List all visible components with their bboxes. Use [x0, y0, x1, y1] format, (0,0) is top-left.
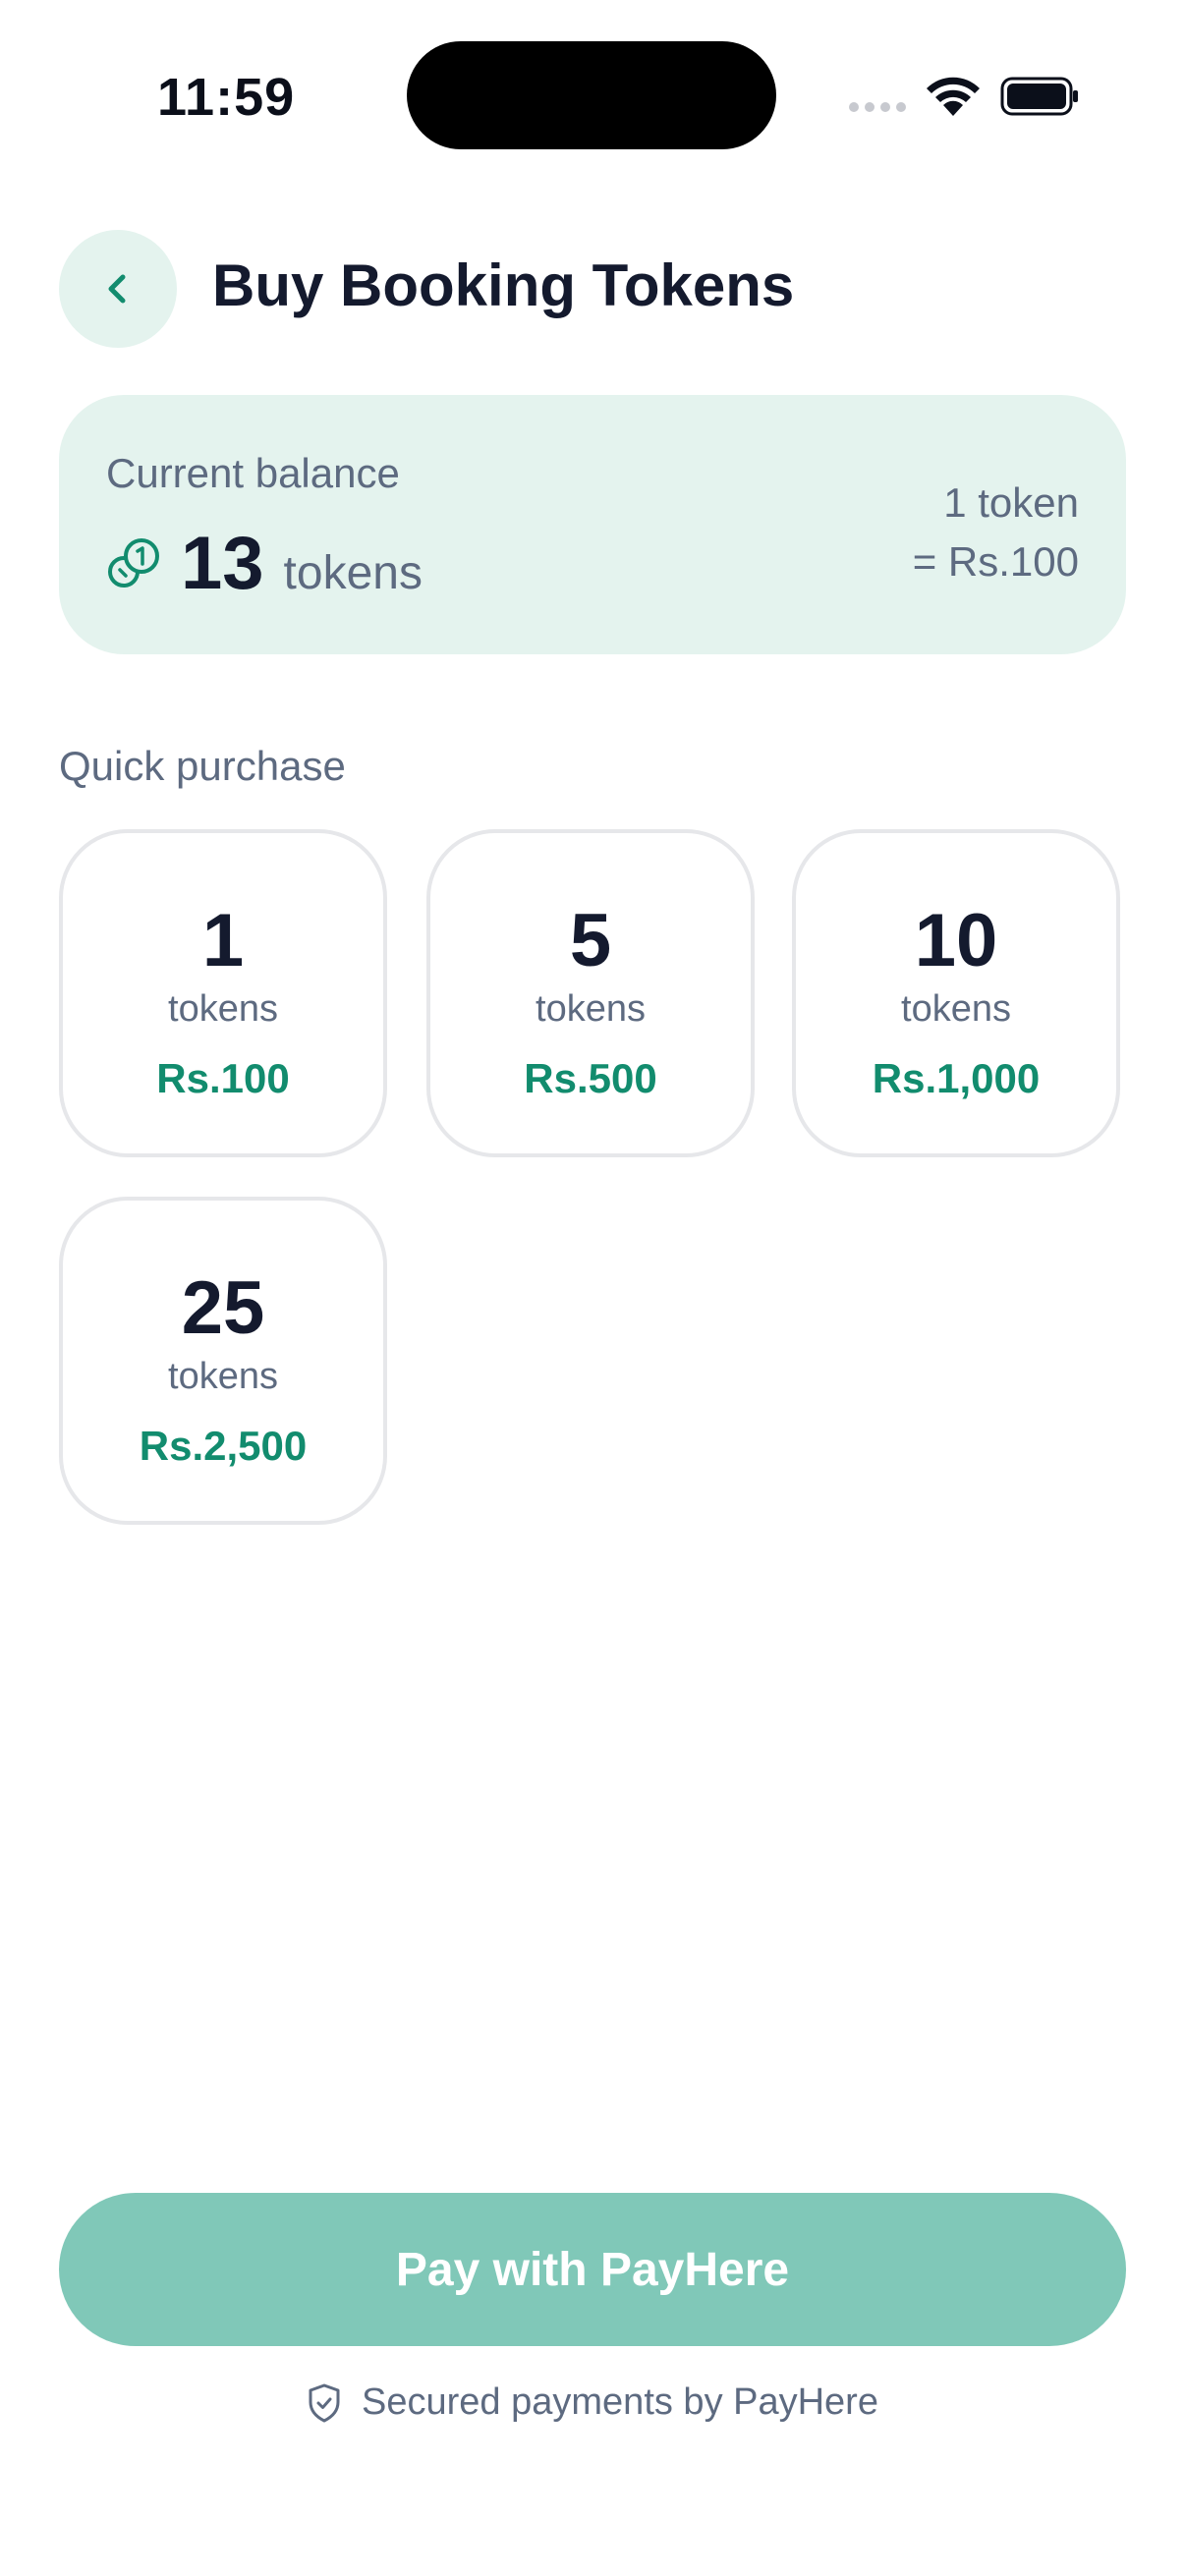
- package-price: Rs.500: [524, 1055, 657, 1101]
- balance-label: Current balance: [106, 450, 400, 496]
- package-price: Rs.2,500: [139, 1423, 308, 1469]
- package-unit: tokens: [168, 988, 278, 1030]
- token-rate: 1 token = Rs.100: [913, 474, 1079, 591]
- package-card-10[interactable]: 10 tokens Rs.1,000: [792, 829, 1120, 1157]
- balance-card: Current balance 13 tokens 1 token = Rs.1…: [59, 395, 1126, 654]
- secure-payment-text: Secured payments by PayHere: [362, 2381, 878, 2423]
- package-price: Rs.100: [156, 1055, 290, 1101]
- shield-check-icon: [309, 2383, 340, 2422]
- balance-row: 13 tokens: [106, 521, 423, 606]
- package-unit: tokens: [168, 1356, 278, 1397]
- cellular-signal-icon: [849, 102, 906, 112]
- package-card-1[interactable]: 1 tokens Rs.100: [59, 829, 387, 1157]
- package-count: 25: [181, 1266, 265, 1350]
- back-button[interactable]: [59, 230, 177, 348]
- token-rate-line1: 1 token: [943, 479, 1079, 526]
- dynamic-island: [407, 41, 776, 149]
- package-count: 10: [914, 899, 998, 982]
- page-title: Buy Booking Tokens: [212, 252, 795, 318]
- package-card-5[interactable]: 5 tokens Rs.500: [426, 829, 755, 1157]
- pay-with-payhere-button[interactable]: Pay with PayHere: [59, 2193, 1126, 2346]
- package-count: 5: [569, 899, 612, 982]
- coins-icon: [108, 537, 159, 588]
- package-count: 1: [201, 899, 245, 982]
- status-time: 11:59: [157, 68, 296, 127]
- chevron-left-icon: [108, 274, 126, 304]
- secure-payment-note: Secured payments by PayHere: [0, 2381, 1185, 2424]
- package-unit: tokens: [536, 988, 646, 1030]
- balance-value: 13: [181, 522, 264, 605]
- wifi-icon: [927, 77, 980, 116]
- quick-purchase-label: Quick purchase: [59, 743, 346, 789]
- battery-icon: [1000, 77, 1078, 116]
- balance-unit: tokens: [283, 547, 423, 599]
- token-rate-line2: = Rs.100: [912, 538, 1079, 585]
- package-unit: tokens: [901, 988, 1011, 1030]
- package-price: Rs.1,000: [872, 1055, 1041, 1101]
- package-card-25[interactable]: 25 tokens Rs.2,500: [59, 1197, 387, 1525]
